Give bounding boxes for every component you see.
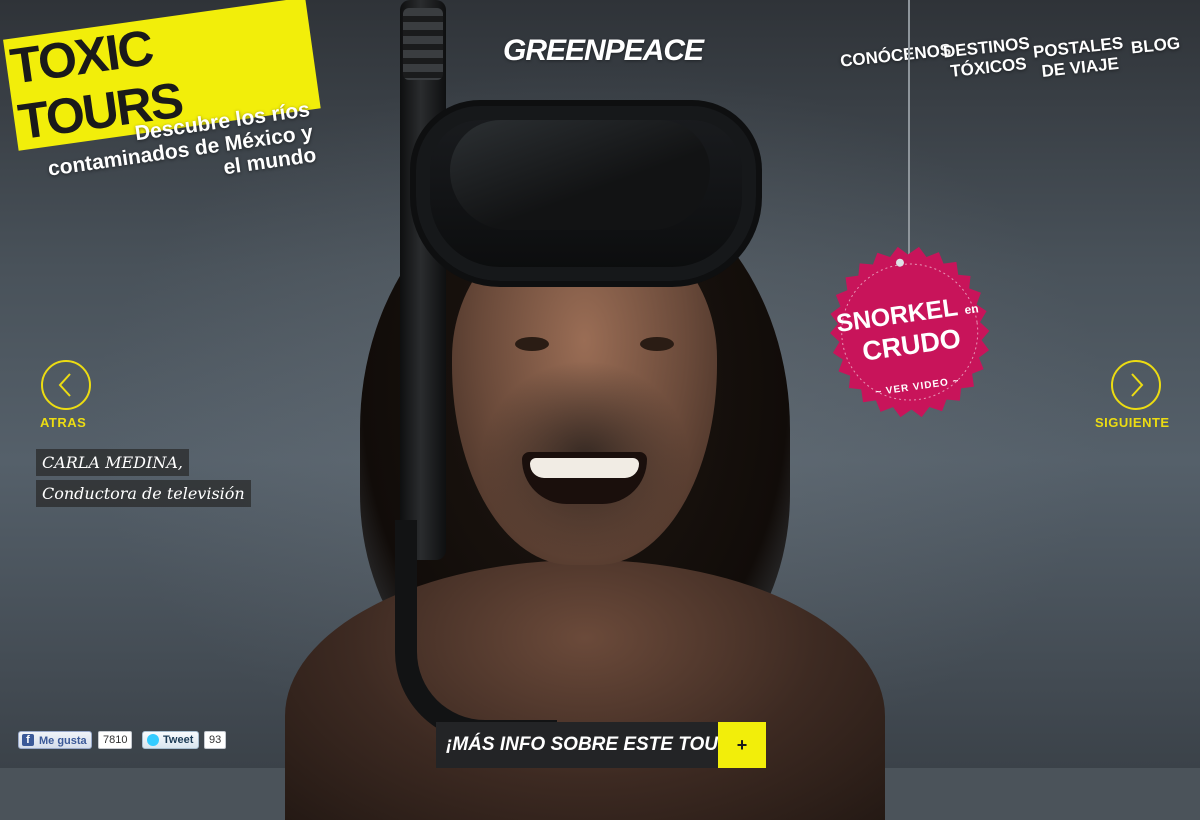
- tweet-label: Tweet: [163, 734, 194, 746]
- diving-mask-lens: [450, 120, 710, 230]
- teeth: [530, 458, 639, 478]
- eye-right: [640, 337, 674, 351]
- snorkel-mouthpiece-tube: [395, 520, 557, 742]
- chevron-left-icon: [58, 373, 71, 397]
- badge-string: [908, 0, 910, 262]
- chevron-right-icon: [1131, 373, 1144, 397]
- tweet-button[interactable]: Tweet: [142, 731, 199, 749]
- next-label[interactable]: SIGUIENTE: [1095, 415, 1170, 430]
- more-info-plus-button[interactable]: +: [718, 722, 766, 768]
- greenpeace-logo[interactable]: GREENPEACE: [503, 34, 704, 68]
- next-arrow-button[interactable]: [1111, 360, 1161, 410]
- twitter-bird-icon: [147, 734, 159, 746]
- like-label: Me gusta: [39, 735, 87, 747]
- eye-left: [515, 337, 549, 351]
- tweet-count: 93: [204, 731, 227, 749]
- snorkel-video-badge[interactable]: SNORKEL en CRUDO ~ VER VIDEO ~: [811, 235, 1010, 434]
- caption-name: CARLA MEDINA,: [36, 449, 189, 476]
- more-info-button[interactable]: ¡MÁS INFO SOBRE ESTE TOUR!: [436, 722, 738, 768]
- prev-label[interactable]: ATRAS: [40, 415, 86, 430]
- caption-role: Conductora de televisión: [36, 480, 251, 507]
- snorkel-band: [403, 8, 443, 80]
- like-count: 7810: [98, 731, 133, 749]
- prev-arrow-button[interactable]: [41, 360, 91, 410]
- facebook-like-button[interactable]: f Me gusta: [18, 731, 92, 749]
- facebook-icon: f: [22, 734, 34, 746]
- snorkel-tube: [400, 0, 446, 560]
